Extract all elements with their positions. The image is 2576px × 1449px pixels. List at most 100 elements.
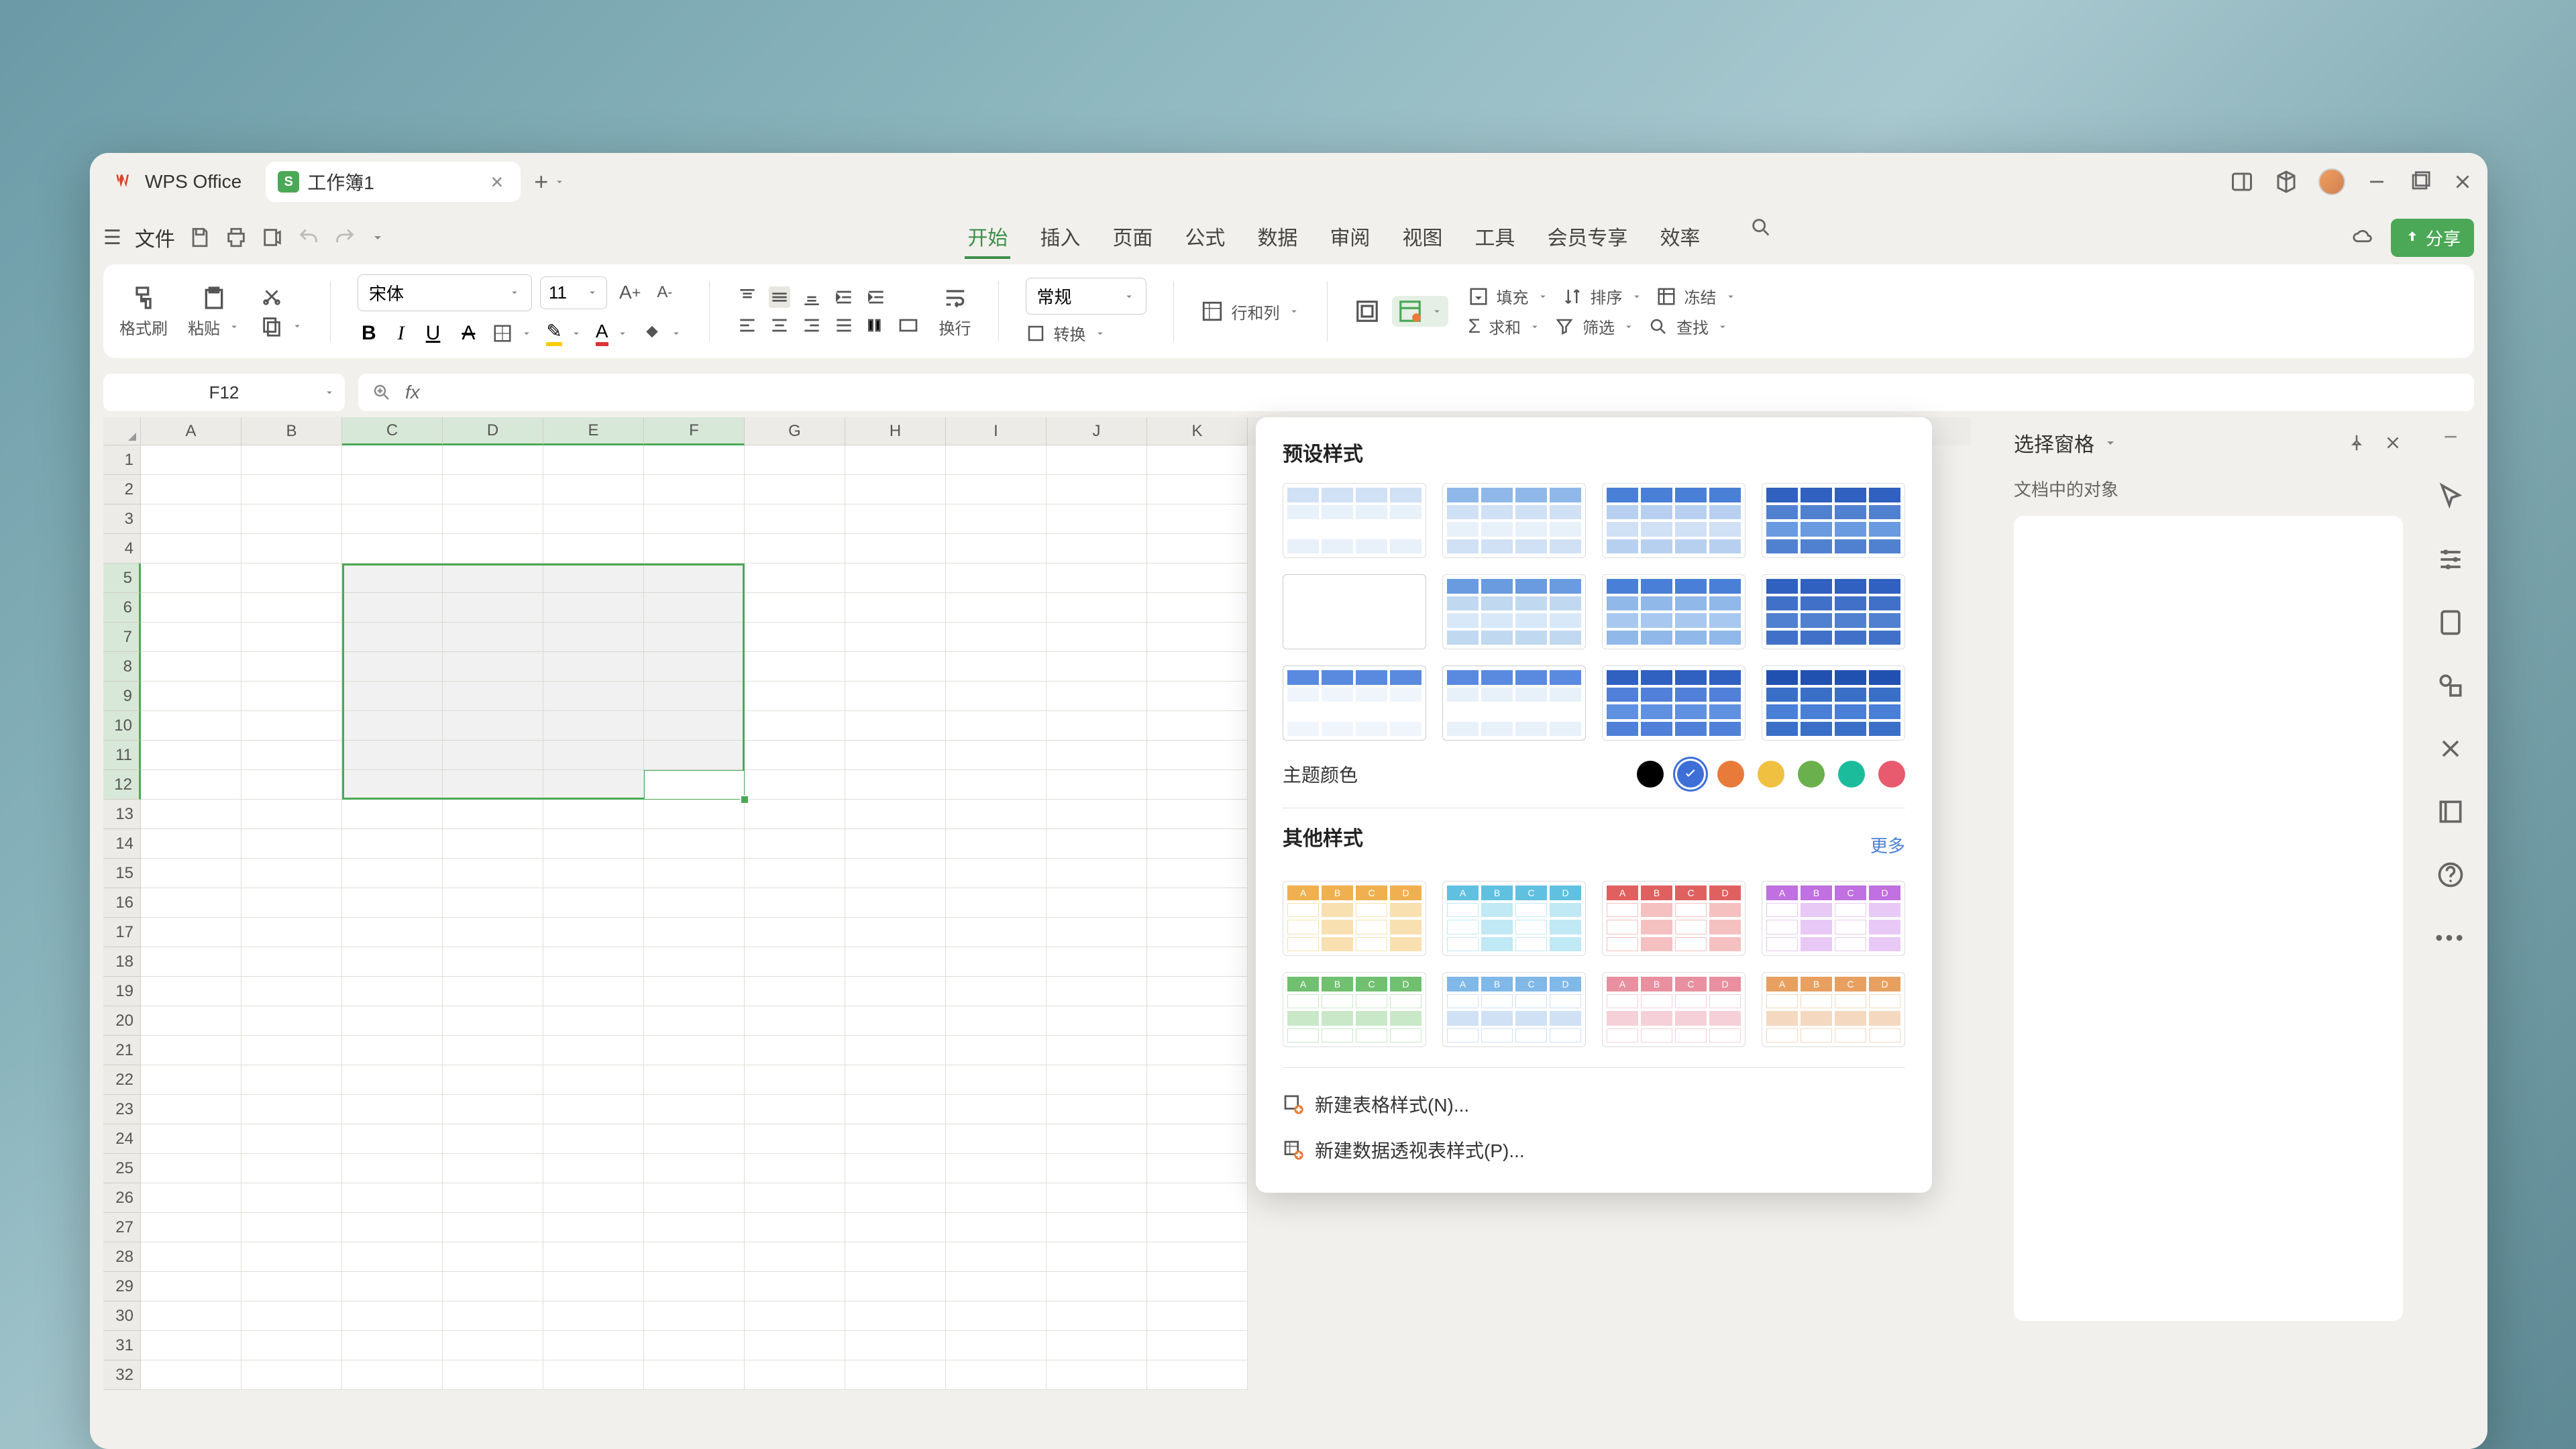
cell[interactable]	[342, 741, 443, 770]
cell[interactable]	[644, 682, 745, 711]
cell[interactable]	[1046, 829, 1147, 859]
tab-insert[interactable]: 插入	[1037, 216, 1083, 259]
cell[interactable]	[1147, 1183, 1248, 1213]
maximize-button[interactable]	[2408, 170, 2431, 193]
cell[interactable]	[241, 859, 342, 888]
cell[interactable]	[342, 1095, 443, 1124]
row-header-1[interactable]: 1	[103, 445, 141, 475]
cell[interactable]	[241, 534, 342, 564]
cell[interactable]	[644, 1095, 745, 1124]
cell[interactable]	[845, 564, 946, 593]
table-style-icon[interactable]	[1397, 299, 1423, 324]
cell[interactable]	[1147, 1301, 1248, 1331]
cell[interactable]	[342, 947, 443, 977]
cell[interactable]	[443, 682, 543, 711]
close-button[interactable]	[2451, 170, 2474, 193]
other-style-6[interactable]: ABCD	[1602, 972, 1746, 1047]
row-header-14[interactable]: 14	[103, 829, 141, 859]
cell[interactable]	[141, 504, 241, 534]
cell[interactable]	[1147, 859, 1248, 888]
cell[interactable]	[1046, 475, 1147, 504]
cell[interactable]	[443, 623, 543, 652]
cell[interactable]	[946, 1183, 1046, 1213]
cell[interactable]	[644, 1242, 745, 1272]
cell[interactable]	[644, 770, 745, 800]
cell[interactable]	[745, 1095, 845, 1124]
cell[interactable]	[745, 800, 845, 829]
cell[interactable]	[443, 947, 543, 977]
align-top-icon[interactable]	[737, 286, 758, 308]
chevron-down-icon[interactable]	[228, 321, 240, 333]
cell[interactable]	[845, 977, 946, 1006]
cell[interactable]	[241, 1360, 342, 1390]
cell[interactable]	[745, 534, 845, 564]
cell[interactable]	[745, 741, 845, 770]
cell[interactable]	[644, 593, 745, 623]
cell[interactable]	[141, 1242, 241, 1272]
other-style-3[interactable]: ABCD	[1762, 881, 1905, 956]
cell[interactable]	[845, 741, 946, 770]
library-icon[interactable]	[2436, 797, 2465, 826]
cell[interactable]	[342, 475, 443, 504]
theme-color-5[interactable]	[1838, 761, 1865, 788]
cell[interactable]	[745, 1006, 845, 1036]
cell[interactable]	[241, 918, 342, 947]
cell[interactable]	[141, 1036, 241, 1065]
cell[interactable]	[443, 1272, 543, 1301]
cell[interactable]	[1046, 1095, 1147, 1124]
col-header-C[interactable]: C	[342, 417, 443, 445]
cell[interactable]	[946, 947, 1046, 977]
col-header-F[interactable]: F	[644, 417, 745, 445]
cell[interactable]	[946, 475, 1046, 504]
other-style-0[interactable]: ABCD	[1283, 881, 1426, 956]
cell[interactable]	[1147, 1213, 1248, 1242]
new-tab-button[interactable]: +	[534, 168, 566, 196]
chevron-down-icon[interactable]	[670, 327, 682, 339]
cell[interactable]	[845, 1095, 946, 1124]
cell[interactable]	[745, 682, 845, 711]
cell[interactable]	[342, 800, 443, 829]
cell[interactable]	[946, 623, 1046, 652]
cell[interactable]	[241, 623, 342, 652]
cell[interactable]	[1046, 1183, 1147, 1213]
cell[interactable]	[543, 947, 644, 977]
device-icon[interactable]	[2436, 608, 2465, 637]
cell[interactable]	[644, 947, 745, 977]
cell[interactable]	[543, 1360, 644, 1390]
border-icon[interactable]	[492, 323, 513, 343]
cell[interactable]	[845, 800, 946, 829]
align-bottom-icon[interactable]	[801, 286, 822, 308]
cell[interactable]	[946, 800, 1046, 829]
preset-style-3[interactable]	[1762, 483, 1905, 558]
cell[interactable]	[845, 1183, 946, 1213]
row-header-22[interactable]: 22	[103, 1065, 141, 1095]
cell[interactable]	[443, 445, 543, 475]
cell[interactable]	[745, 504, 845, 534]
cell[interactable]	[946, 918, 1046, 947]
cell[interactable]	[745, 1065, 845, 1095]
cell[interactable]	[141, 947, 241, 977]
cell[interactable]	[946, 859, 1046, 888]
cell[interactable]	[241, 1065, 342, 1095]
cell[interactable]	[141, 888, 241, 918]
row-header-15[interactable]: 15	[103, 859, 141, 888]
other-style-5[interactable]: ABCD	[1442, 972, 1586, 1047]
cell[interactable]	[443, 1242, 543, 1272]
copy-icon[interactable]	[260, 315, 283, 337]
file-menu[interactable]: 文件	[135, 223, 175, 252]
cell[interactable]	[443, 770, 543, 800]
cell[interactable]	[644, 977, 745, 1006]
cell[interactable]	[443, 741, 543, 770]
cell[interactable]	[845, 1242, 946, 1272]
cell[interactable]	[1147, 593, 1248, 623]
cell[interactable]	[1046, 623, 1147, 652]
cell[interactable]	[241, 445, 342, 475]
cell[interactable]	[241, 1331, 342, 1360]
filter-button[interactable]: 筛选	[1554, 315, 1635, 338]
chevron-down-icon[interactable]	[521, 327, 533, 339]
cell[interactable]	[745, 1213, 845, 1242]
cell[interactable]	[342, 1154, 443, 1183]
cell[interactable]	[342, 1331, 443, 1360]
cell[interactable]	[241, 800, 342, 829]
cell[interactable]	[946, 504, 1046, 534]
